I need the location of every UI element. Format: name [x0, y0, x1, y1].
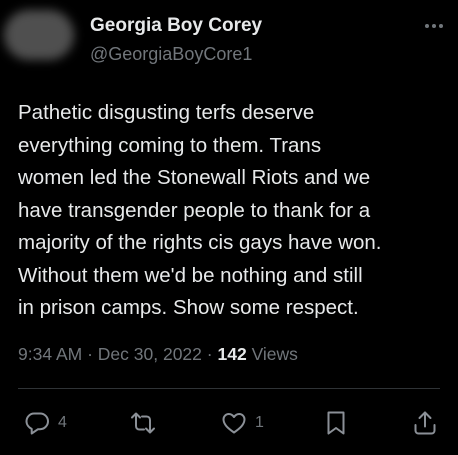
tweet-text: Pathetic disgusting terfs deserve everyt… — [18, 101, 382, 319]
reply-count: 4 — [58, 414, 67, 431]
avatar[interactable] — [4, 10, 74, 60]
meta-separator: · — [206, 344, 213, 364]
like-button[interactable]: 1 — [221, 408, 264, 438]
author-display-name[interactable]: Georgia Boy Corey — [90, 15, 262, 37]
tweet-date[interactable]: Dec 30, 2022 — [98, 344, 202, 364]
more-icon — [425, 24, 443, 28]
more-options-button[interactable] — [422, 14, 446, 38]
tweet-time[interactable]: 9:34 AM — [18, 344, 82, 364]
like-count: 1 — [255, 414, 264, 431]
heart-icon — [222, 413, 246, 434]
meta-separator: · — [87, 344, 93, 364]
bookmark-button[interactable] — [323, 408, 349, 438]
share-icon — [414, 411, 436, 435]
reply-button[interactable]: 4 — [24, 408, 67, 438]
views-label: Views — [251, 344, 298, 364]
retweet-icon — [131, 412, 155, 434]
tweet-card: Georgia Boy Corey @GeorgiaBoyCore1 Pathe… — [0, 0, 458, 455]
share-button[interactable] — [412, 408, 438, 438]
divider — [18, 388, 440, 389]
views-count: 142 — [217, 344, 247, 364]
tweet-metadata: 9:34 AM · Dec 30, 2022 · 142 Views — [18, 344, 298, 365]
retweet-button[interactable] — [130, 408, 164, 438]
bookmark-icon — [327, 411, 345, 435]
reply-icon — [25, 412, 49, 435]
author-handle[interactable]: @GeorgiaBoyCore1 — [90, 44, 252, 65]
